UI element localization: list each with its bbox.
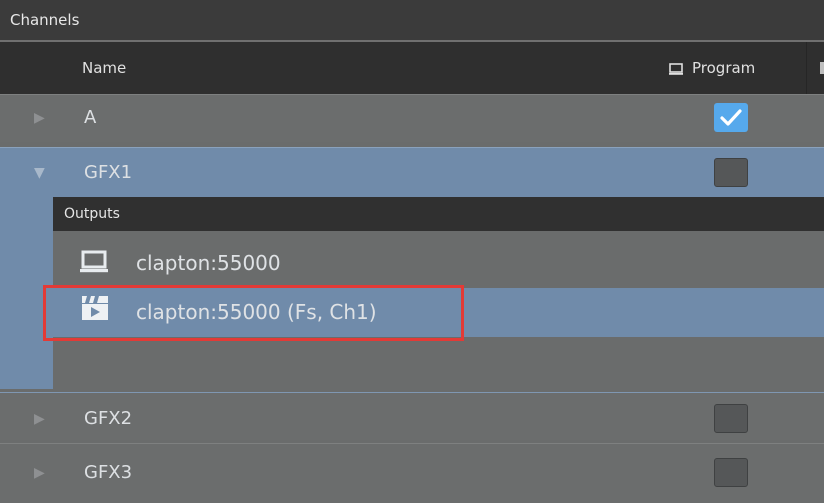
column-header-name[interactable]: Name	[82, 42, 126, 94]
program-checkbox-gfx1[interactable]	[714, 158, 748, 187]
outputs-header	[53, 197, 824, 231]
channel-name-gfx1: GFX1	[84, 162, 133, 183]
channel-name-gfx3: GFX3	[84, 462, 133, 483]
channel-row-a[interactable]	[0, 94, 824, 142]
panel-header	[0, 0, 824, 40]
checkmark-icon	[720, 109, 742, 126]
channel-name-gfx2: GFX2	[84, 408, 133, 429]
program-checkbox-a[interactable]	[714, 103, 748, 132]
column-header-program[interactable]: Program	[692, 42, 755, 94]
program-checkbox-gfx3[interactable]	[714, 458, 748, 487]
highlight-annotation	[43, 285, 464, 341]
outputs-title: Outputs	[64, 206, 120, 222]
expand-caret-icon[interactable]: ▶	[34, 395, 45, 443]
next-column-edge	[820, 62, 824, 74]
expand-caret-icon[interactable]: ▶	[34, 94, 45, 142]
collapse-caret-icon[interactable]: ▼	[34, 149, 45, 197]
monitor-icon	[78, 249, 110, 276]
column-divider[interactable]	[806, 42, 807, 94]
channel-name-a: A	[84, 107, 97, 128]
panel-title: Channels	[10, 11, 80, 29]
program-checkbox-gfx2[interactable]	[714, 404, 748, 433]
expand-caret-icon[interactable]: ▶	[34, 449, 45, 497]
monitor-icon	[668, 61, 684, 75]
output-label: clapton:55000	[136, 251, 281, 275]
